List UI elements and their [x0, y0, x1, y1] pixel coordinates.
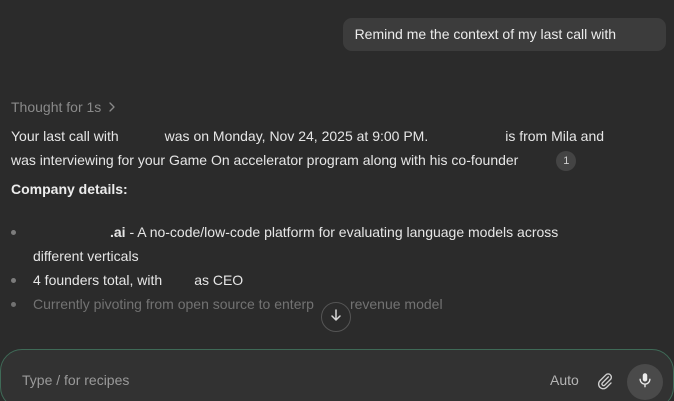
list-item-text: - A no-code/low-code platform for evalua… [125, 224, 559, 240]
message-input[interactable] [22, 369, 422, 391]
arrow-down-icon [329, 308, 343, 327]
answer-text: is from Mila and [505, 128, 605, 144]
answer-text: was on Monday, Nov 24, 2025 at 9:00 PM. [164, 128, 429, 144]
list-item-text: 4 founders total, with [33, 272, 163, 288]
scroll-to-bottom-button[interactable] [321, 302, 351, 332]
thought-label: Thought for 1s [11, 99, 102, 115]
bullet-dot [11, 230, 16, 235]
list-item-text: Currently pivoting from open source to e… [33, 296, 314, 312]
answer-line-2: was interviewing for your Game On accele… [11, 148, 631, 172]
answer-text: Your last call with [11, 128, 119, 144]
thought-toggle[interactable]: Thought for 1s [11, 99, 117, 115]
list-item: .ai - A no-code/low-code platform for ev… [11, 220, 631, 268]
list-item-text: as CEO [194, 272, 244, 288]
user-message-text: Remind me the context of my last call wi… [354, 26, 616, 42]
paperclip-icon[interactable] [595, 371, 615, 391]
answer-line-1: Your last call with was on Monday, Nov 24… [11, 124, 631, 148]
answer-text: was interviewing for your Game On accele… [11, 152, 519, 168]
user-message-bubble: Remind me the context of my last call wi… [342, 18, 666, 51]
company-details-list: .ai - A no-code/low-code platform for ev… [11, 220, 631, 316]
microphone-icon [636, 371, 654, 394]
bullet-dot [11, 278, 16, 283]
message-composer: Auto [0, 349, 674, 401]
citation-badge[interactable]: 1 [556, 151, 577, 171]
list-item-text: revenue model [349, 296, 443, 312]
chevron-right-icon [107, 99, 117, 115]
company-details-heading: Company details: [11, 181, 128, 197]
voice-input-button[interactable] [627, 364, 663, 400]
company-suffix: .ai [110, 224, 126, 240]
bullet-dot [11, 302, 16, 307]
assistant-answer: Your last call with was on Monday, Nov 24… [11, 124, 631, 172]
list-item: 4 founders total, with as CEO [11, 268, 631, 292]
model-mode-selector[interactable]: Auto [550, 372, 579, 388]
chat-page: Remind me the context of my last call wi… [0, 0, 674, 401]
list-item-text: different verticals [33, 248, 139, 264]
